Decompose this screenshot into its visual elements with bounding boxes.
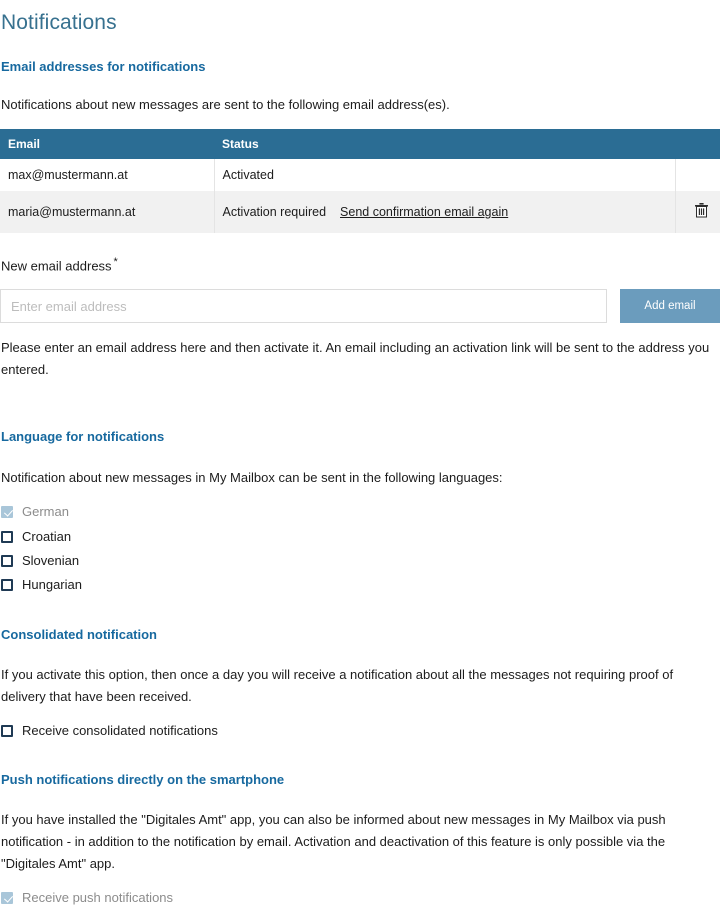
checkbox-german bbox=[1, 505, 13, 518]
checkbox-slovenian[interactable] bbox=[1, 554, 13, 567]
notifications-page: Notifications Email addresses for notifi… bbox=[0, 0, 720, 908]
consolidated-section-intro: If you activate this option, then once a… bbox=[1, 667, 674, 705]
checkbox-row-german[interactable]: German bbox=[0, 501, 720, 522]
checkbox-label-hungarian: Hungarian bbox=[22, 576, 82, 592]
cell-email: maria@mustermann.at bbox=[0, 191, 215, 233]
cell-status: Activation required Send confirmation ema… bbox=[214, 191, 676, 233]
required-marker: * bbox=[113, 256, 118, 268]
cell-status: Activated bbox=[214, 159, 676, 191]
checkbox-label-croatian: Croatian bbox=[22, 528, 72, 544]
table-row: maria@mustermann.at Activation required S… bbox=[0, 191, 720, 233]
heading-language: Language for notifications bbox=[1, 429, 165, 445]
add-email-row: Add email address bbox=[0, 289, 720, 346]
page-title: Notifications bbox=[1, 11, 117, 34]
checkbox-row-hungarian[interactable]: Hungarian bbox=[0, 574, 720, 595]
cell-email: max@mustermann.at bbox=[0, 159, 215, 191]
heading-email-addresses: Email addresses for notifications bbox=[1, 59, 206, 74]
checkbox-row-push[interactable]: Receive push notifications bbox=[0, 887, 720, 908]
cell-action bbox=[675, 159, 720, 191]
resend-confirmation-link[interactable]: Send confirmation email again bbox=[340, 205, 508, 219]
checkbox-row-consolidated[interactable]: Receive consolidated notifications bbox=[0, 720, 720, 741]
checkbox-row-croatian[interactable]: Croatian bbox=[0, 526, 720, 547]
cell-action bbox=[675, 191, 720, 233]
new-email-input[interactable] bbox=[0, 289, 607, 324]
add-email-address-button[interactable]: Add email address bbox=[620, 289, 720, 346]
checkbox-label-consolidated: Receive consolidated notifications bbox=[22, 722, 218, 738]
table-body: max@mustermann.at Activated maria@muster… bbox=[0, 159, 720, 233]
email-addresses-table: Email Status max@mustermann.at Activated… bbox=[0, 129, 720, 233]
table-header-row: Email Status bbox=[0, 129, 720, 159]
new-email-label: New email address bbox=[1, 258, 112, 274]
heading-consolidated: Consolidated notification bbox=[1, 627, 157, 643]
checkbox-label-german: German bbox=[22, 503, 69, 519]
new-email-label-wrap: New email address * bbox=[0, 254, 720, 274]
status-text: Activation required bbox=[222, 205, 327, 219]
column-header-action bbox=[675, 129, 720, 159]
language-section-intro: Notification about new messages in My Ma… bbox=[1, 470, 503, 486]
add-email-hint: Please enter an email address here and t… bbox=[1, 340, 710, 378]
push-section-intro: If you have installed the "Digitales Amt… bbox=[1, 812, 666, 872]
checkbox-label-push: Receive push notifications bbox=[22, 889, 174, 905]
checkbox-consolidated-notifications[interactable] bbox=[1, 724, 13, 737]
checkbox-hungarian[interactable] bbox=[1, 578, 13, 591]
checkbox-label-slovenian: Slovenian bbox=[22, 552, 80, 568]
table-head: Email Status bbox=[0, 129, 720, 159]
checkbox-croatian[interactable] bbox=[1, 530, 13, 543]
column-header-status: Status bbox=[214, 129, 675, 159]
checkbox-push-notifications bbox=[1, 891, 13, 904]
status-text: Activated bbox=[222, 168, 274, 182]
email-section-intro: Notifications about new messages are sen… bbox=[1, 97, 450, 112]
trash-icon bbox=[695, 203, 709, 221]
checkbox-row-slovenian[interactable]: Slovenian bbox=[0, 550, 720, 571]
table-row: max@mustermann.at Activated bbox=[0, 159, 720, 191]
delete-email-button[interactable] bbox=[690, 200, 714, 224]
column-header-email: Email bbox=[0, 129, 214, 159]
heading-push: Push notifications directly on the smart… bbox=[1, 772, 285, 788]
